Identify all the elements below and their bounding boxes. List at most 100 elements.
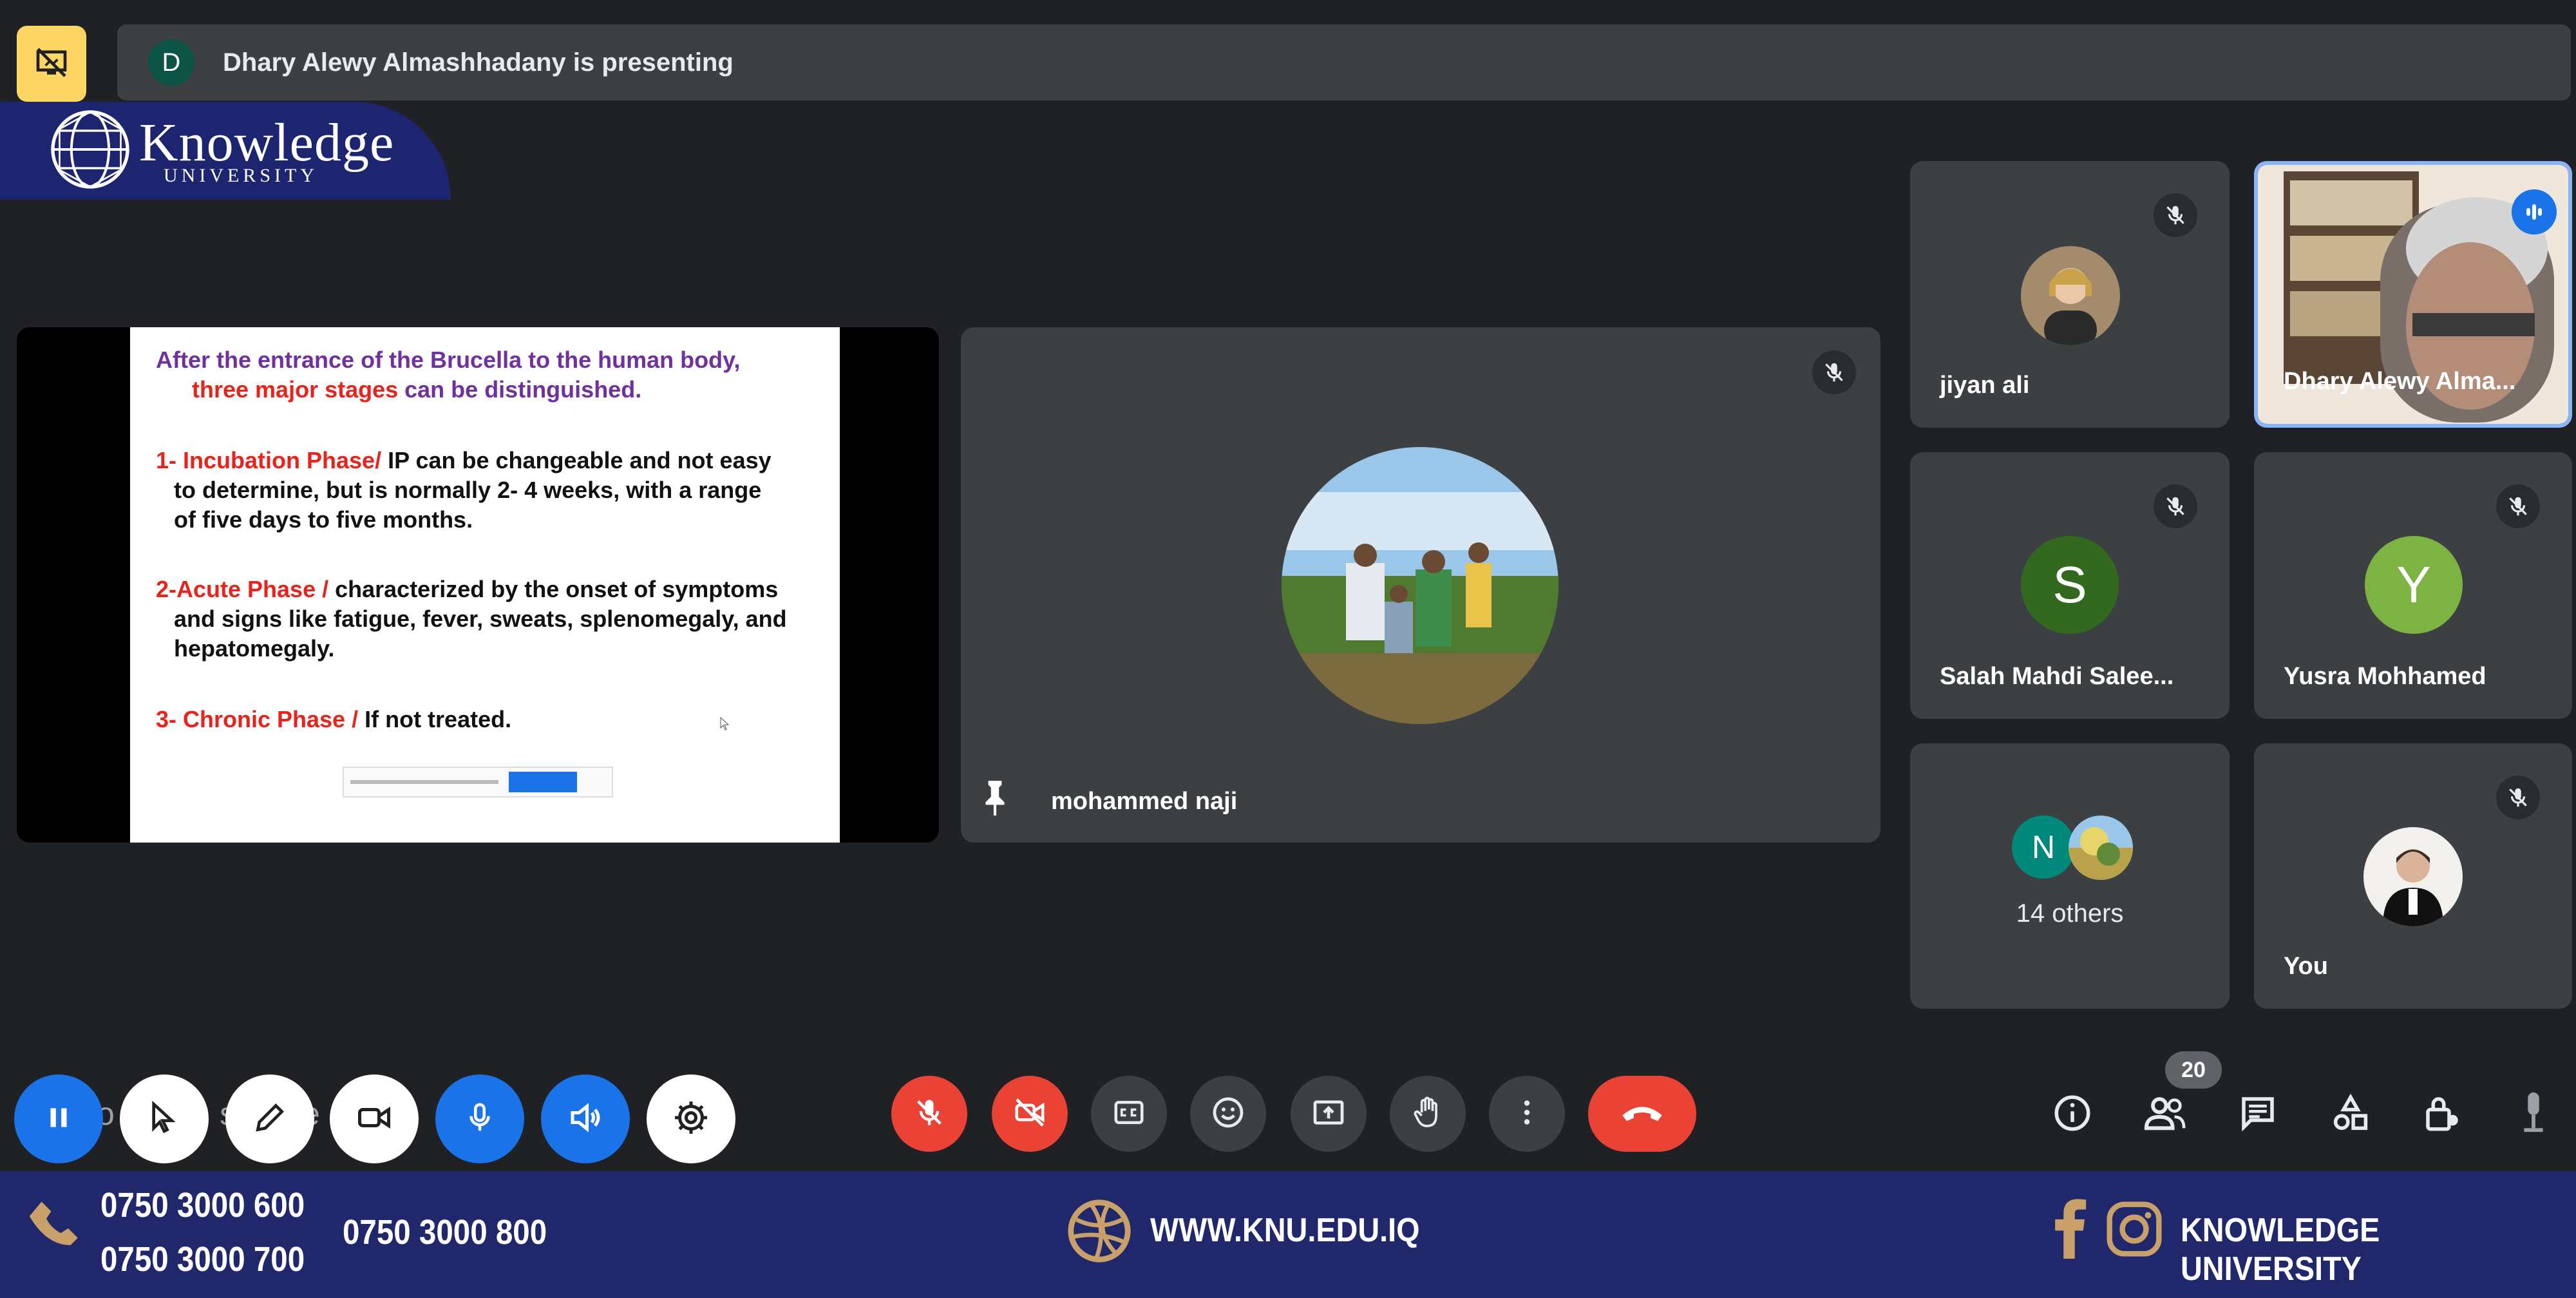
speaker-volume-icon bbox=[566, 1098, 605, 1140]
mic-stand-icon bbox=[2517, 1091, 2550, 1139]
closed-captions-icon bbox=[1112, 1095, 1146, 1133]
mic-off-icon bbox=[1812, 350, 1856, 394]
presenting-banner: D Dhary Alewy Almashhadany is presenting bbox=[117, 24, 2571, 100]
slide-phase1-line2: to determine, but is normally 2- 4 weeks… bbox=[174, 477, 762, 503]
pin-icon[interactable] bbox=[979, 778, 1011, 819]
microphone-toggle-button[interactable] bbox=[891, 1076, 967, 1152]
camera-off-icon bbox=[1012, 1095, 1047, 1133]
raise-hand-button[interactable] bbox=[1390, 1076, 1466, 1152]
slide-phase2-line3: hepatomegaly. bbox=[174, 635, 335, 662]
raise-hand-icon bbox=[1410, 1094, 1446, 1134]
footer-phone-3: 0750 3000 800 bbox=[343, 1213, 547, 1252]
present-now-button[interactable] bbox=[1291, 1076, 1367, 1152]
present-screen-icon bbox=[1311, 1094, 1347, 1134]
participant-tile-jiyan[interactable]: jiyan ali bbox=[1910, 161, 2230, 428]
mouse-cursor-icon bbox=[720, 709, 730, 738]
more-options-button[interactable] bbox=[1489, 1076, 1565, 1152]
slide-phase3-label: 3- Chronic Phase / bbox=[156, 706, 359, 732]
video-camera-icon bbox=[355, 1098, 393, 1140]
presentation-slide: After the entrance of the Brucella to th… bbox=[130, 327, 840, 843]
settings-tool-button[interactable] bbox=[647, 1074, 735, 1163]
facebook-icon bbox=[2052, 1197, 2087, 1262]
footer-phone-1: 0750 3000 600 bbox=[100, 1186, 305, 1225]
chat-icon bbox=[2237, 1092, 2279, 1138]
mic-off-icon bbox=[2154, 484, 2197, 528]
info-icon bbox=[2051, 1092, 2094, 1138]
more-vertical-icon bbox=[1511, 1096, 1543, 1132]
university-logo-band: Knowledge UNIVERSITY bbox=[0, 102, 451, 200]
logo-wordmark: Knowledge bbox=[139, 113, 395, 173]
pause-icon bbox=[43, 1102, 75, 1137]
hang-up-phone-icon bbox=[1620, 1100, 1665, 1129]
slide-phase1-line1: IP can be changeable and not easy bbox=[381, 447, 772, 473]
slide-toolbar-text-bar bbox=[350, 780, 498, 784]
leave-call-button[interactable] bbox=[1588, 1076, 1696, 1152]
emoji-smile-icon bbox=[1210, 1094, 1246, 1134]
participant-avatar-salah: S bbox=[2021, 536, 2119, 634]
camera-toggle-button[interactable] bbox=[992, 1076, 1068, 1152]
slide-phase2-line2: and signs like fatigue, fever, sweats, s… bbox=[174, 606, 787, 632]
presenter-avatar: D bbox=[148, 39, 194, 86]
participant-photo-jiyan bbox=[2021, 246, 2120, 345]
extension-button[interactable] bbox=[2508, 1089, 2559, 1140]
slide-phase1-label: 1- Incubation Phase/ bbox=[156, 447, 382, 473]
participant-tile-yusra[interactable]: Y Yusra Mohhamed bbox=[2254, 452, 2572, 719]
pause-button[interactable] bbox=[14, 1074, 103, 1163]
camera-tool-button[interactable] bbox=[330, 1074, 419, 1163]
mic-off-icon bbox=[913, 1096, 946, 1132]
participant-name: jiyan ali bbox=[1940, 372, 2030, 399]
participant-tile-you[interactable]: You bbox=[2254, 743, 2572, 1009]
participant-name: mohammed naji bbox=[1051, 788, 1238, 815]
microphone-tool-button[interactable] bbox=[435, 1074, 524, 1163]
participant-photo-mohammed bbox=[1282, 447, 1558, 724]
participant-name: Salah Mahdi Salee... bbox=[1940, 663, 2174, 690]
stop-presenting-button[interactable] bbox=[17, 26, 86, 102]
slide-phase2-label: 2-Acute Phase / bbox=[156, 576, 329, 602]
pointer-tool-button[interactable] bbox=[120, 1074, 209, 1163]
mic-off-icon bbox=[2154, 193, 2197, 237]
gear-icon bbox=[672, 1098, 710, 1140]
people-button[interactable] bbox=[2139, 1089, 2191, 1140]
reactions-button[interactable] bbox=[1190, 1076, 1266, 1152]
participant-tile-salah[interactable]: S Salah Mahdi Salee... bbox=[1910, 452, 2230, 719]
pen-tool-button[interactable] bbox=[225, 1074, 314, 1163]
presenting-text: Dhary Alewy Almashhadany is presenting bbox=[223, 48, 734, 77]
microphone-icon bbox=[462, 1100, 497, 1138]
globe-logo-icon bbox=[48, 107, 133, 195]
people-icon bbox=[2143, 1091, 2188, 1139]
others-avatar-photo bbox=[2069, 816, 2133, 880]
mic-off-icon bbox=[2496, 484, 2540, 528]
speaker-tool-button[interactable] bbox=[541, 1074, 630, 1163]
others-label: 14 others bbox=[2016, 899, 2124, 928]
cursor-arrow-icon bbox=[146, 1100, 182, 1139]
speaking-indicator-icon bbox=[2512, 189, 2557, 234]
slide-phase3-text: If not treated. bbox=[358, 706, 512, 732]
footer-social-name: KNOWLEDGE UNIVERSITY bbox=[2181, 1212, 2380, 1288]
others-tile[interactable]: N 14 others bbox=[1910, 743, 2230, 1009]
slide-toolbar-button bbox=[509, 772, 577, 792]
participant-tile-mohammed[interactable]: mohammed naji bbox=[961, 327, 1880, 843]
participant-count-badge: 20 bbox=[2165, 1051, 2222, 1089]
slide-heading-rest: can be distinguished. bbox=[398, 376, 642, 403]
chat-button[interactable] bbox=[2232, 1089, 2284, 1140]
activities-button[interactable] bbox=[2325, 1089, 2376, 1140]
pencil-icon bbox=[252, 1100, 288, 1139]
lock-person-icon bbox=[2421, 1092, 2463, 1138]
host-controls-button[interactable] bbox=[2416, 1089, 2468, 1140]
participant-avatar-yusra: Y bbox=[2365, 536, 2463, 634]
slide-phase1-line3: of five days to five months. bbox=[174, 506, 473, 533]
mic-off-icon bbox=[2496, 776, 2540, 819]
presentation-tile[interactable]: After the entrance of the Brucella to th… bbox=[17, 327, 939, 843]
phone-icon bbox=[27, 1197, 85, 1258]
slide-phase2-line1: characterized by the onset of symptoms bbox=[328, 576, 779, 602]
participant-name: Yusra Mohhamed bbox=[2284, 663, 2486, 690]
slide-share-toolbar bbox=[343, 767, 613, 797]
footer-website: WWW.KNU.EDU.IQ bbox=[1150, 1212, 1420, 1249]
shapes-icon bbox=[2329, 1092, 2372, 1138]
participant-name: You bbox=[2284, 953, 2328, 980]
meeting-details-button[interactable] bbox=[2047, 1089, 2098, 1140]
captions-button[interactable] bbox=[1091, 1076, 1167, 1152]
website-globe-icon bbox=[1065, 1197, 1133, 1268]
participant-tile-dhary[interactable]: Dhary Alewy Alma... bbox=[2254, 161, 2572, 428]
present-off-icon bbox=[33, 44, 70, 84]
